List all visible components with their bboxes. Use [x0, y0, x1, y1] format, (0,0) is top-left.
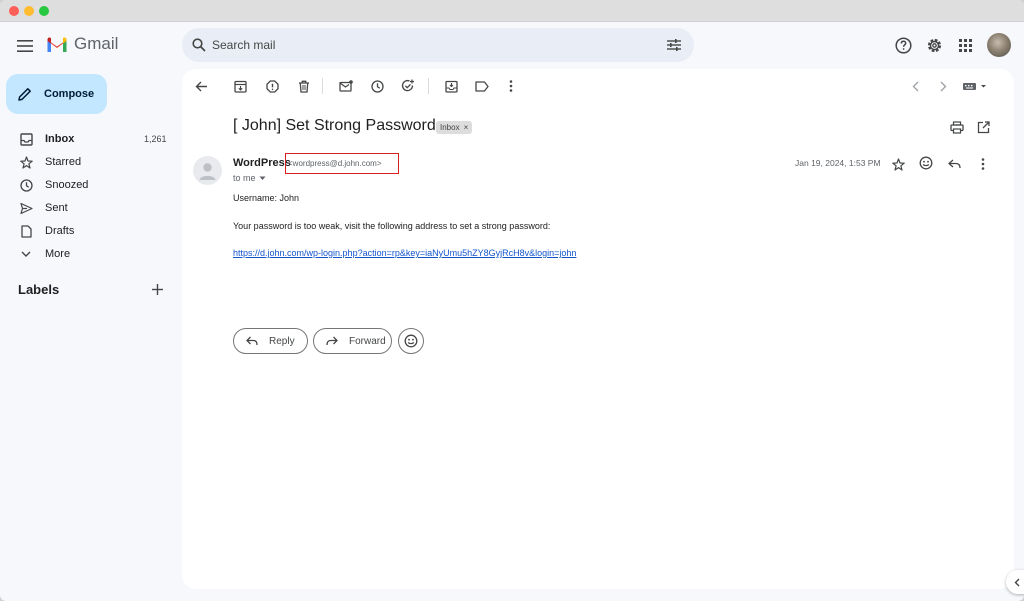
help-icon[interactable] [894, 36, 912, 54]
sidebar-item-label: Inbox [45, 132, 75, 145]
smiley-icon [404, 334, 418, 348]
body-username-line: Username: John [233, 193, 300, 203]
sidebar-item-label: Starred [45, 155, 82, 168]
reply-button[interactable]: Reply [233, 328, 308, 354]
forward-label: Forward [349, 335, 386, 347]
sidebar-item-snoozed[interactable]: Snoozed [0, 173, 176, 196]
message-panel [182, 69, 1014, 589]
main-menu-icon[interactable] [14, 35, 36, 57]
compose-button[interactable]: Compose [6, 74, 107, 114]
message-more-vertical-icon[interactable] [975, 156, 991, 172]
sidebar-item-label: Sent [45, 201, 68, 214]
older-chevron-right-icon[interactable] [935, 78, 951, 94]
inbox-count: 1,261 [144, 133, 167, 144]
open-new-window-icon[interactable] [975, 119, 991, 135]
reply-icon [246, 334, 260, 348]
email-date: Jan 19, 2024, 1:53 PM [795, 158, 881, 168]
clock-icon [19, 178, 33, 192]
snooze-clock-icon[interactable] [369, 78, 385, 94]
sidebar-item-sent[interactable]: Sent [0, 196, 176, 219]
inbox-label-badge[interactable]: Inbox × [436, 121, 473, 134]
search-options-icon[interactable] [666, 37, 682, 53]
sidebar-item-starred[interactable]: Starred [0, 150, 176, 173]
sender-email: <wordpress@d.john.com> [288, 159, 382, 168]
browser-window: Gmail Compose Inbox 1,261 [0, 0, 1024, 601]
sidebar-item-more[interactable]: More [0, 242, 176, 265]
window-titlebar [0, 0, 1024, 22]
search-icon[interactable] [190, 36, 208, 54]
delete-icon[interactable] [296, 78, 312, 94]
sidebar-item-inbox[interactable]: Inbox 1,261 [0, 127, 176, 150]
print-icon[interactable] [949, 119, 965, 135]
star-icon [19, 155, 33, 169]
more-vertical-icon[interactable] [503, 78, 519, 94]
recipient-label: to me [233, 173, 256, 183]
back-arrow-icon[interactable] [193, 78, 209, 94]
sidebar-item-label: Snoozed [45, 178, 89, 191]
move-to-icon[interactable] [443, 78, 459, 94]
forward-button[interactable]: Forward [313, 328, 392, 354]
gmail-logo[interactable]: Gmail [46, 34, 118, 54]
label-tag-icon[interactable] [474, 78, 490, 94]
emoji-react-button[interactable] [398, 328, 424, 354]
reply-arrow-icon[interactable] [946, 156, 962, 172]
reply-label: Reply [269, 335, 295, 347]
app-name: Gmail [74, 34, 119, 53]
account-avatar[interactable] [987, 33, 1011, 57]
add-to-tasks-icon[interactable] [400, 78, 416, 94]
emoji-reaction-icon[interactable] [918, 155, 934, 171]
chevron-left-icon [1014, 578, 1020, 586]
search-bar[interactable] [182, 28, 694, 62]
sidebar-nav: Inbox 1,261 Starred Snoozed Sent Drafts … [0, 127, 176, 265]
email-subject: [ John] Set Strong Password [233, 117, 436, 134]
close-window-button[interactable] [9, 6, 19, 16]
compose-label: Compose [44, 88, 95, 100]
add-label-icon[interactable] [150, 282, 164, 296]
inbox-icon [19, 132, 33, 146]
side-panel-toggle[interactable] [1006, 570, 1024, 594]
show-details-caret-icon[interactable] [259, 176, 266, 181]
badge-label: Inbox [440, 123, 460, 132]
pencil-icon [18, 88, 31, 101]
sender-avatar[interactable] [193, 156, 222, 185]
send-icon [19, 201, 33, 215]
gmail-m-icon [47, 36, 67, 52]
maximize-window-button[interactable] [39, 6, 49, 16]
google-apps-icon[interactable] [957, 37, 973, 53]
chevron-down-icon [19, 247, 33, 261]
sender-name: WordPress [233, 157, 291, 169]
remove-label-icon[interactable]: × [464, 123, 469, 132]
archive-icon[interactable] [232, 78, 248, 94]
report-spam-icon[interactable] [264, 78, 280, 94]
reset-password-link[interactable]: https://d.john.com/wp-login.php?action=r… [233, 248, 576, 258]
toolbar-divider [322, 78, 323, 94]
draft-icon [19, 224, 33, 238]
input-tools-keyboard-icon[interactable] [961, 78, 989, 94]
minimize-window-button[interactable] [24, 6, 34, 16]
sidebar-item-drafts[interactable]: Drafts [0, 219, 176, 242]
sidebar-item-label: More [45, 247, 71, 260]
body-message-line: Your password is too weak, visit the fol… [233, 221, 551, 231]
forward-icon [326, 334, 340, 348]
newer-chevron-left-icon[interactable] [907, 78, 923, 94]
labels-heading: Labels [18, 282, 60, 297]
settings-gear-icon[interactable] [925, 36, 943, 54]
search-input[interactable] [212, 36, 632, 54]
sidebar-item-label: Drafts [45, 224, 75, 237]
toolbar-divider [428, 78, 429, 94]
person-icon [199, 163, 216, 180]
star-icon[interactable] [890, 156, 906, 172]
mark-unread-icon[interactable] [338, 78, 354, 94]
